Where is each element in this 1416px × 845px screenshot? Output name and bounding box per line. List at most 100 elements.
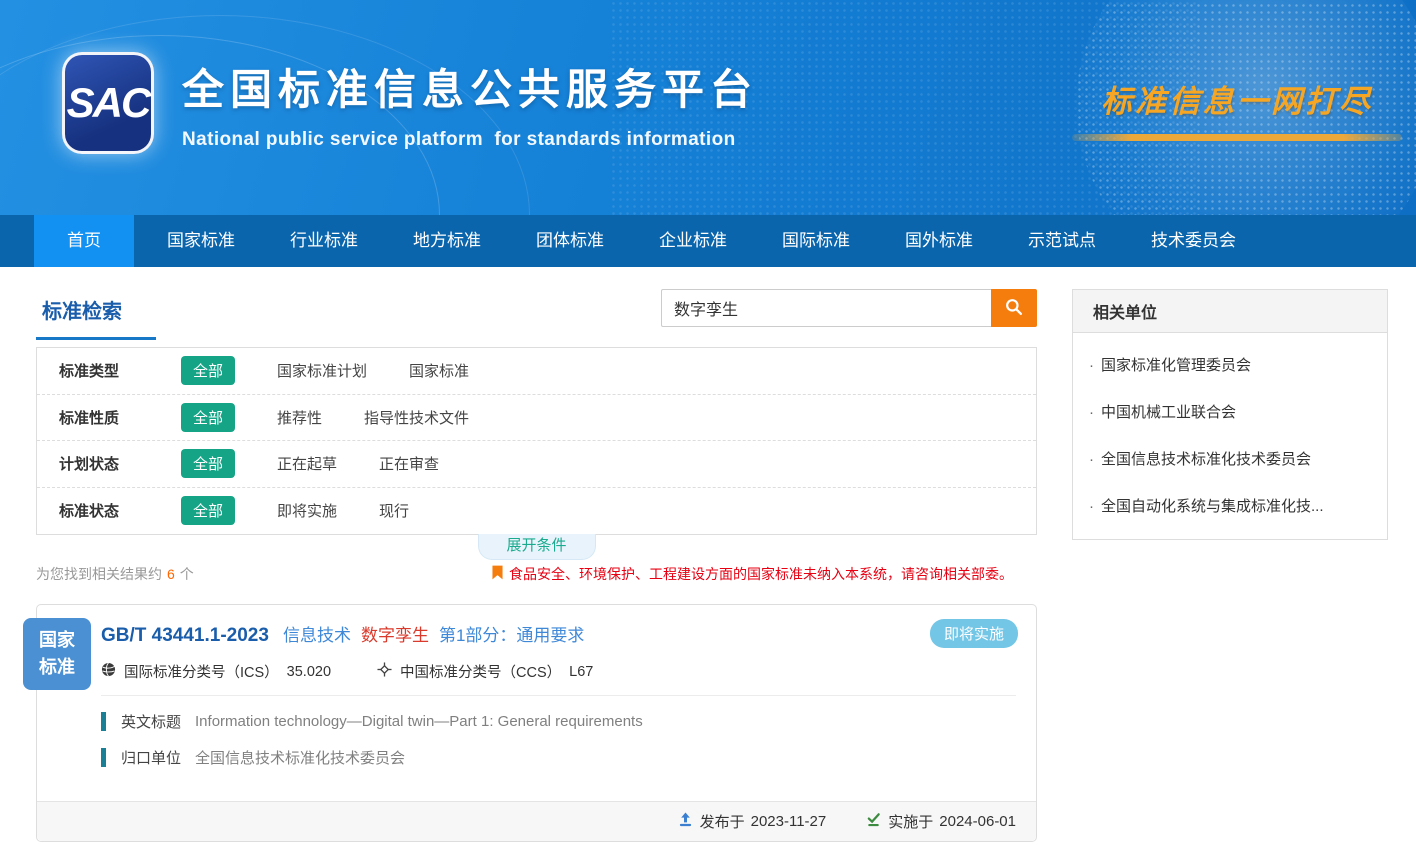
standard-title-row: GB/T 43441.1-2023 信息技术数字孪生第1部分：通用要求 <box>101 621 1016 647</box>
site-subtitle: National public service platform for sta… <box>182 129 758 151</box>
bookmark-icon <box>492 565 509 583</box>
field-value: 全国信息技术标准化技术委员会 <box>195 747 405 768</box>
implemented-value: 2024-06-01 <box>939 813 1016 830</box>
field-row-english-title: 英文标题 Information technology—Digital twin… <box>101 711 1016 732</box>
list-bullet: · <box>1089 357 1094 374</box>
related-unit-label: 全国自动化系统与集成标准化技... <box>1101 498 1324 515</box>
filter-option[interactable]: 指导性技术文件 <box>364 407 469 428</box>
card-divider <box>101 695 1016 696</box>
list-bullet: · <box>1089 404 1094 421</box>
filter-option[interactable]: 国家标准 <box>409 360 469 381</box>
filter-chip-all[interactable]: 全部 <box>181 403 235 432</box>
sac-logo[interactable]: SAC <box>62 52 154 154</box>
ccs-classification: 中国标准分类号（CCS） L67 <box>377 661 593 682</box>
related-units-panel: 相关单位 · 国家标准化管理委员会 · 中国机械工业联合会 · 全国信息技术标准化技术… <box>1072 289 1388 540</box>
section-title-underline: 标准检索 <box>36 289 156 340</box>
filter-chip-all[interactable]: 全部 <box>181 496 235 525</box>
results-column: 标准检索 标准类型 全部 国家标准计划 国家标准 标准性质 全部 <box>36 289 1037 842</box>
nav-tab-international-standards[interactable]: 国际标准 <box>760 215 872 267</box>
filter-option[interactable]: 国家标准计划 <box>277 360 367 381</box>
related-unit-label: 全国信息技术标准化技术委员会 <box>1101 451 1311 468</box>
filter-panel: 标准类型 全部 国家标准计划 国家标准 标准性质 全部 推荐性 指导性技术文件 … <box>36 347 1037 535</box>
nav-tab-technical-committee[interactable]: 技术委员会 <box>1129 215 1258 267</box>
card-footer: 发布于 2023-11-27 实施于 2024-06-01 <box>37 801 1036 841</box>
field-label: 归口单位 <box>121 747 181 768</box>
published-label: 发布于 <box>700 811 745 832</box>
search-box <box>661 289 1037 327</box>
list-bullet: · <box>1089 498 1094 515</box>
related-unit-link[interactable]: · 中国机械工业联合会 <box>1073 388 1387 435</box>
tag-line1: 国家 <box>39 627 75 654</box>
published-value: 2023-11-27 <box>751 813 827 830</box>
standard-title-part[interactable]: 第1部分：通用要求 <box>439 626 584 645</box>
nav-tab-home[interactable]: 首页 <box>34 215 134 267</box>
results-count-prefix: 为您找到相关结果约 <box>36 566 162 582</box>
related-unit-label: 中国机械工业联合会 <box>1101 404 1236 421</box>
published-date: 发布于 2023-11-27 <box>678 811 827 832</box>
filter-label: 标准性质 <box>59 407 149 428</box>
standard-type-tag: 国家 标准 <box>23 618 91 690</box>
filter-option[interactable]: 推荐性 <box>277 407 322 428</box>
ics-classification: 国际标准分类号（ICS） 35.020 <box>101 661 331 682</box>
standard-code-link[interactable]: GB/T 43441.1-2023 <box>101 625 269 646</box>
filter-label: 标准状态 <box>59 500 149 521</box>
related-unit-label: 国家标准化管理委员会 <box>1101 357 1251 374</box>
related-unit-link[interactable]: · 全国信息技术标准化技术委员会 <box>1073 435 1387 482</box>
site-header: SAC 全国标准信息公共服务平台 National public service… <box>0 0 1416 215</box>
ics-value: 35.020 <box>287 664 331 680</box>
nav-tab-pilot-demo[interactable]: 示范试点 <box>1006 215 1118 267</box>
nav-tab-enterprise-standards[interactable]: 企业标准 <box>637 215 749 267</box>
nav-tab-national-standards[interactable]: 国家标准 <box>145 215 257 267</box>
filter-row-plan-status: 计划状态 全部 正在起草 正在审查 <box>37 441 1036 488</box>
nav-tab-group-standards[interactable]: 团体标准 <box>514 215 626 267</box>
filter-option[interactable]: 正在审查 <box>379 453 439 474</box>
results-count-number: 6 <box>167 566 175 582</box>
sac-logo-text: SAC <box>67 79 150 127</box>
page-title: 标准检索 <box>42 301 122 323</box>
search-input[interactable] <box>661 289 991 327</box>
filter-label: 标准类型 <box>59 360 149 381</box>
nav-tab-local-standards[interactable]: 地方标准 <box>391 215 503 267</box>
notice-text: 食品安全、环境保护、工程建设方面的国家标准未纳入本系统，请咨询相关部委。 <box>509 564 1013 584</box>
filter-option[interactable]: 正在起草 <box>277 453 337 474</box>
field-row-committee: 归口单位 全国信息技术标准化技术委员会 <box>101 747 1016 768</box>
standard-title-part[interactable]: 信息技术 <box>283 626 351 645</box>
nav-tab-industry-standards[interactable]: 行业标准 <box>268 215 380 267</box>
search-section: 标准检索 <box>36 289 1037 347</box>
expand-row: 展开条件 <box>36 535 1037 560</box>
related-unit-link[interactable]: · 国家标准化管理委员会 <box>1073 341 1387 388</box>
filter-option[interactable]: 现行 <box>379 500 409 521</box>
site-title: 全国标准信息公共服务平台 <box>182 56 758 117</box>
filter-row-standard-type: 标准类型 全部 国家标准计划 国家标准 <box>37 348 1036 395</box>
header-slogan: 标准信息一网打尽 <box>1072 76 1402 141</box>
standard-result-card: 国家 标准 即将实施 GB/T 43441.1-2023 信息技术数字孪生第1部分… <box>36 604 1037 842</box>
slogan-text: 标准信息一网打尽 <box>1072 76 1402 121</box>
main-navigation: 首页 国家标准 行业标准 地方标准 团体标准 企业标准 国际标准 国外标准 示范… <box>0 215 1416 267</box>
filter-chip-all[interactable]: 全部 <box>181 449 235 478</box>
field-label: 英文标题 <box>121 711 181 732</box>
related-units-title: 相关单位 <box>1073 290 1387 333</box>
ccs-value: L67 <box>569 664 593 680</box>
related-unit-link[interactable]: · 全国自动化系统与集成标准化技... <box>1073 482 1387 529</box>
filter-row-standard-nature: 标准性质 全部 推荐性 指导性技术文件 <box>37 395 1036 442</box>
results-count: 为您找到相关结果约6个 <box>36 564 194 584</box>
nav-tab-foreign-standards[interactable]: 国外标准 <box>883 215 995 267</box>
ics-label: 国际标准分类号（ICS） <box>124 661 279 682</box>
related-units-list: · 国家标准化管理委员会 · 中国机械工业联合会 · 全国信息技术标准化技术委员会 ·… <box>1073 333 1387 539</box>
list-bullet: · <box>1089 451 1094 468</box>
expand-conditions-button[interactable]: 展开条件 <box>478 534 596 560</box>
compass-icon <box>377 662 400 681</box>
standard-title-highlight[interactable]: 数字孪生 <box>361 626 429 645</box>
filter-chip-all[interactable]: 全部 <box>181 356 235 385</box>
search-button[interactable] <box>991 289 1037 327</box>
classification-row: 国际标准分类号（ICS） 35.020 中国标准分类号（CCS） L67 <box>101 661 1016 682</box>
tag-line2: 标准 <box>39 654 75 681</box>
filter-option[interactable]: 即将实施 <box>277 500 337 521</box>
search-icon <box>1004 297 1024 320</box>
implemented-date: 实施于 2024-06-01 <box>866 811 1016 832</box>
field-accent-bar <box>101 712 106 731</box>
system-notice: 食品安全、环境保护、工程建设方面的国家标准未纳入本系统，请咨询相关部委。 <box>492 564 1013 584</box>
status-badge: 即将实施 <box>930 619 1018 648</box>
main-content: 标准检索 标准类型 全部 国家标准计划 国家标准 标准性质 全部 <box>0 267 1416 842</box>
globe-icon <box>101 662 124 681</box>
